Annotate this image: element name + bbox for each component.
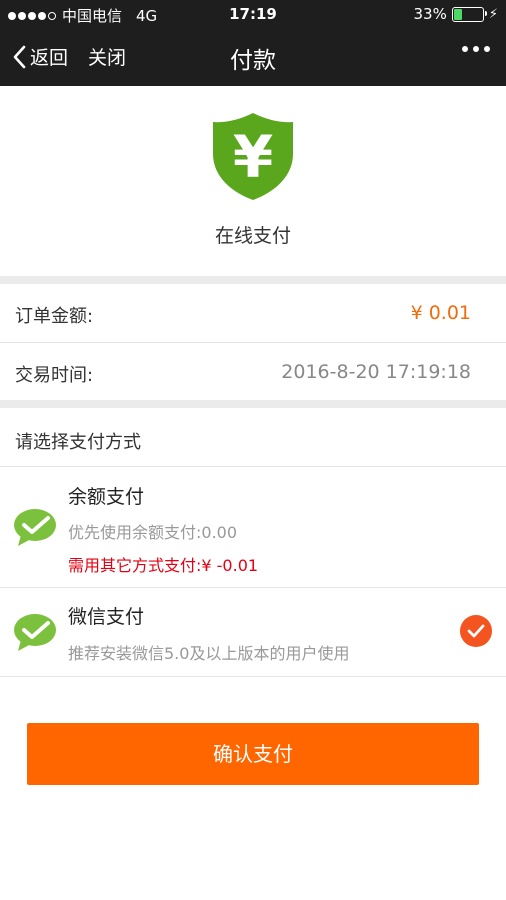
payment-method-title: 请选择支付方式 (15, 432, 141, 453)
transaction-time-row: 交易时间: 2016-8-20 17:19:18 (0, 343, 506, 403)
section-divider (0, 400, 506, 408)
section-divider (0, 276, 506, 284)
payment-header: ¥ 在线支付 (0, 86, 506, 276)
method-description: 推荐安装微信5.0及以上版本的用户使用 (68, 644, 350, 663)
battery-percent: 33% (413, 5, 447, 23)
selected-check-icon[interactable] (460, 615, 492, 647)
order-amount-value: ¥ 0.01 (410, 302, 471, 324)
wechat-payment-option[interactable]: 微信支付 推荐安装微信5.0及以上版本的用户使用 (0, 588, 506, 676)
battery-icon (451, 6, 487, 22)
method-warning: 需用其它方式支付:¥ -0.01 (68, 556, 259, 575)
confirm-payment-button[interactable]: 确认支付 (27, 723, 479, 785)
transaction-time-value: 2016-8-20 17:19:18 (281, 361, 471, 383)
navigation-bar: 返回 关闭 付款 (0, 28, 506, 86)
method-description: 优先使用余额支付:0.00 (68, 523, 238, 542)
charging-icon: ⚡ (488, 6, 498, 22)
wechat-pay-icon (14, 509, 56, 546)
page-title: 付款 (230, 48, 276, 74)
balance-payment-option[interactable]: 余额支付 优先使用余额支付:0.00 需用其它方式支付:¥ -0.01 (0, 467, 506, 587)
status-bar: 中国电信 4G 17:19 33% ⚡ (0, 0, 506, 28)
order-amount-row: 订单金额: ¥ 0.01 (0, 284, 506, 344)
order-amount-label: 订单金额: (15, 306, 94, 327)
yuan-shield-icon: ¥ (213, 113, 293, 200)
online-payment-label: 在线支付 (214, 225, 291, 247)
more-options-button[interactable] (462, 46, 490, 52)
transaction-time-label: 交易时间: (15, 365, 94, 386)
method-name: 微信支付 (68, 606, 145, 628)
row-divider (0, 676, 506, 677)
shield-currency-symbol: ¥ (233, 123, 273, 191)
method-name: 余额支付 (68, 486, 145, 508)
wechat-pay-icon (14, 614, 56, 651)
